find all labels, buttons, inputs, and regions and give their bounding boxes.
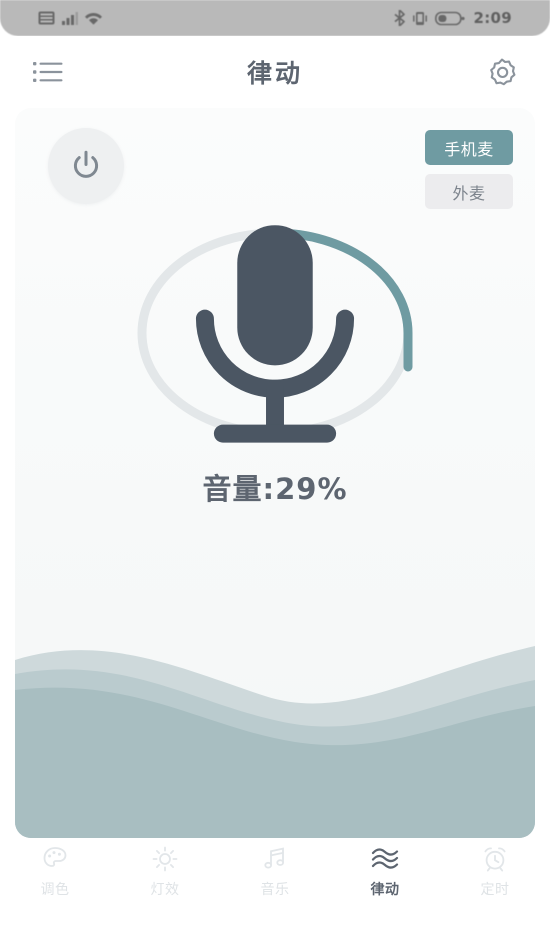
volume-ring[interactable] [125, 218, 425, 448]
nav-item-music[interactable]: 音乐 [220, 846, 330, 899]
battery-icon [435, 11, 466, 25]
nav-label-music: 音乐 [260, 882, 290, 898]
music-note-icon [262, 846, 288, 872]
list-menu-icon [33, 62, 63, 82]
status-bar-right-icons: 2:09 [394, 9, 512, 27]
nav-label-color: 调色 [40, 882, 70, 898]
alarm-clock-icon [482, 846, 508, 872]
mic-source-selector: 手机麦 外麦 [425, 130, 513, 209]
wave-icon [371, 846, 399, 872]
microphone-button[interactable] [125, 218, 425, 448]
status-bar-left-icons [38, 11, 102, 25]
page-title: 律动 [246, 59, 303, 88]
volume-label: 音量:29% [202, 472, 348, 506]
wave-decoration [15, 618, 535, 838]
nav-item-rhythm[interactable]: 律动 [330, 846, 440, 899]
nav-label-rhythm: 律动 [370, 882, 400, 898]
mic-source-option-phone[interactable]: 手机麦 [425, 130, 513, 165]
wifi-icon [85, 13, 102, 25]
palette-icon [42, 846, 68, 872]
volume-control: 音量:29% [15, 218, 535, 508]
nav-label-timer: 定时 [480, 882, 510, 898]
power-toggle-button[interactable] [48, 128, 124, 204]
menu-button[interactable] [26, 50, 70, 94]
bluetooth-icon [394, 10, 406, 26]
gear-icon [490, 58, 516, 86]
nav-label-light-effect: 灯效 [150, 882, 180, 898]
status-bar: 2:09 [0, 0, 550, 36]
microphone-icon [195, 225, 355, 443]
nav-item-color[interactable]: 调色 [0, 846, 110, 899]
nav-item-light-effect[interactable]: 灯效 [110, 846, 220, 899]
app-header: 律动 [0, 36, 550, 108]
main-content-card: 手机麦 外麦 音量:29% [15, 108, 535, 838]
signal-bars-icon [62, 12, 78, 25]
status-bar-clock: 2:09 [473, 9, 512, 27]
vibrate-icon [413, 11, 428, 25]
sim-card-icon [38, 11, 55, 25]
brightness-icon [152, 846, 178, 872]
nav-item-timer[interactable]: 定时 [440, 846, 550, 899]
mic-source-option-external[interactable]: 外麦 [425, 174, 513, 209]
settings-button[interactable] [480, 50, 524, 94]
power-icon [73, 150, 99, 178]
bottom-navigation: 调色 灯效 音乐 律动 定时 [0, 838, 550, 930]
